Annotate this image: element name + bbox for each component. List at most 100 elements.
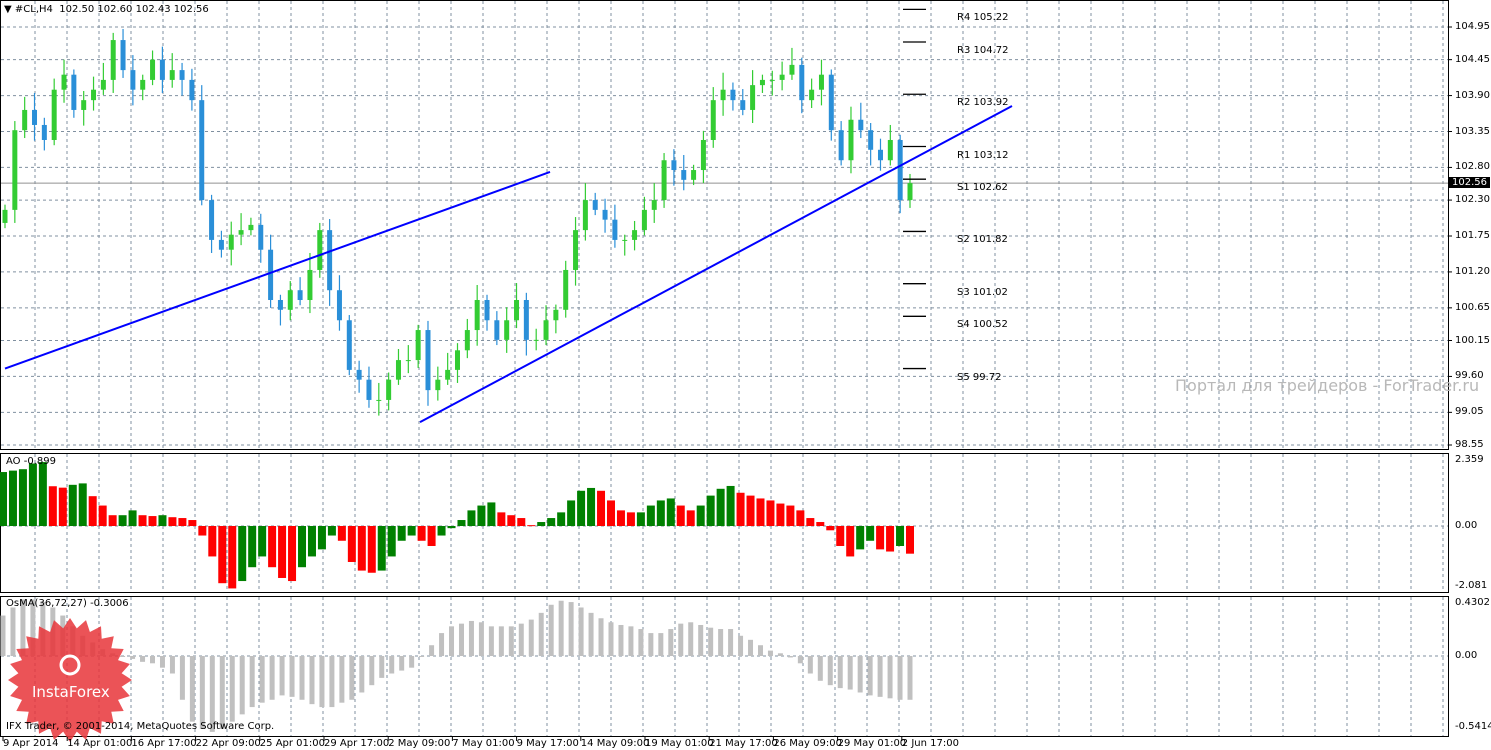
time-axis-label: 25 Apr 01:00 — [259, 738, 325, 749]
candle-bear — [868, 130, 874, 150]
ao-axis-max: 2.359 — [1455, 454, 1484, 465]
osma-bar — [239, 656, 245, 715]
osma-bar — [468, 620, 474, 656]
candle-bear — [209, 200, 215, 240]
time-axis-label: 9 Apr 2014 — [3, 738, 59, 749]
osma-bar — [439, 633, 445, 656]
candle-bull — [317, 230, 323, 270]
candle-bear — [356, 369, 362, 380]
ao-bar — [138, 515, 147, 526]
osma-bar — [478, 622, 484, 656]
candle-bear — [41, 124, 47, 140]
candle-bull — [710, 100, 716, 140]
ao-bar — [337, 526, 346, 541]
osma-bar — [877, 656, 883, 697]
osma-bar — [827, 656, 833, 686]
osma-bar — [399, 656, 405, 671]
osma-bar — [837, 656, 843, 689]
ao-bar — [457, 520, 466, 526]
osma-bar — [777, 653, 783, 656]
pivot-label: R4 105.22 — [957, 12, 1009, 24]
osma-bar — [269, 656, 275, 700]
osma-bar — [10, 607, 16, 656]
candle-bear — [179, 70, 185, 80]
ao-bar — [567, 500, 576, 526]
ao-bar — [278, 526, 287, 578]
ao-bar — [68, 484, 77, 526]
candle-bull — [376, 399, 382, 401]
osma-bar — [658, 633, 664, 656]
ao-bar — [746, 495, 755, 526]
ao-bar — [886, 526, 895, 552]
osma-bar — [528, 619, 534, 656]
candle-bear — [268, 249, 274, 301]
ao-bar — [696, 505, 705, 526]
chart-header: ▼ #CL,H4 102.50 102.60 102.43 102.56 — [4, 4, 209, 15]
ao-bar — [577, 490, 586, 526]
ao-bar — [537, 522, 546, 526]
ao-axis-min: -2.081 — [1455, 580, 1488, 591]
candle-bear — [277, 300, 283, 310]
price-axis-label: 99.05 — [1455, 406, 1484, 418]
ao-bar — [517, 518, 526, 526]
candle-bull — [651, 200, 657, 210]
time-axis-label: 9 May 17:00 — [516, 738, 579, 749]
ao-bar — [148, 516, 157, 526]
candle-bull — [818, 74, 824, 90]
price-axis-label: 98.55 — [1455, 439, 1484, 450]
osma-bar — [120, 656, 126, 657]
candle-bull — [307, 269, 313, 301]
osma-bar — [508, 626, 514, 656]
osma-bar — [698, 624, 704, 656]
candle-bull — [848, 119, 854, 161]
osma-bar — [728, 629, 734, 656]
chart-canvas[interactable] — [0, 0, 1491, 750]
time-axis-label: 14 May 09:00 — [580, 738, 650, 749]
ao-bar — [447, 526, 456, 529]
candle-bear — [523, 300, 529, 340]
osma-bar — [738, 635, 744, 656]
copyright-text: IFX Trader, © 2001-2014, MetaQuotes Soft… — [6, 721, 275, 732]
ao-bar — [826, 526, 835, 531]
price-axis-label: 104.95 — [1455, 21, 1490, 32]
ao-bar — [218, 526, 227, 584]
candle-bull — [228, 234, 234, 250]
ao-bar — [88, 496, 97, 526]
candle-bear — [366, 379, 372, 400]
osma-bar — [688, 622, 694, 656]
ao-bar — [806, 518, 815, 526]
ao-bar — [716, 488, 725, 526]
ao-bar — [776, 503, 785, 526]
ao-bar — [198, 526, 207, 536]
menu-triangle-icon[interactable]: ▼ — [4, 4, 12, 15]
osma-bar — [648, 633, 654, 656]
candle-bull — [543, 320, 549, 340]
osma-bar — [797, 656, 803, 664]
candle-bear — [494, 320, 500, 340]
candle-bull — [887, 139, 893, 161]
osma-bar — [578, 607, 584, 656]
price-axis-label: 101.75 — [1455, 230, 1490, 241]
osma-bar — [807, 656, 813, 674]
pivot-label: S4 100.52 — [957, 319, 1008, 331]
osma-bar — [179, 656, 185, 700]
ao-bar — [487, 502, 496, 526]
osma-bar — [319, 656, 325, 708]
osma-bar — [718, 629, 724, 656]
candle-bull — [582, 200, 588, 231]
time-axis-label: 19 May 01:00 — [645, 738, 714, 749]
candle-bear — [346, 320, 352, 370]
candle-bull — [91, 89, 97, 101]
osma-bar — [618, 624, 624, 656]
osma-bar — [189, 656, 195, 722]
candle-bull — [759, 79, 765, 86]
candle-bull — [789, 64, 795, 75]
ao-bar — [587, 487, 596, 526]
osma-bar — [897, 656, 903, 700]
osma-label: OsMA(36,72,27) -0.3006 — [6, 598, 129, 609]
osma-bar — [608, 622, 614, 656]
ao-bar — [387, 526, 396, 557]
ao-bar — [557, 512, 566, 526]
time-axis-label: 26 May 09:00 — [773, 738, 842, 749]
ao-bar — [856, 526, 865, 550]
